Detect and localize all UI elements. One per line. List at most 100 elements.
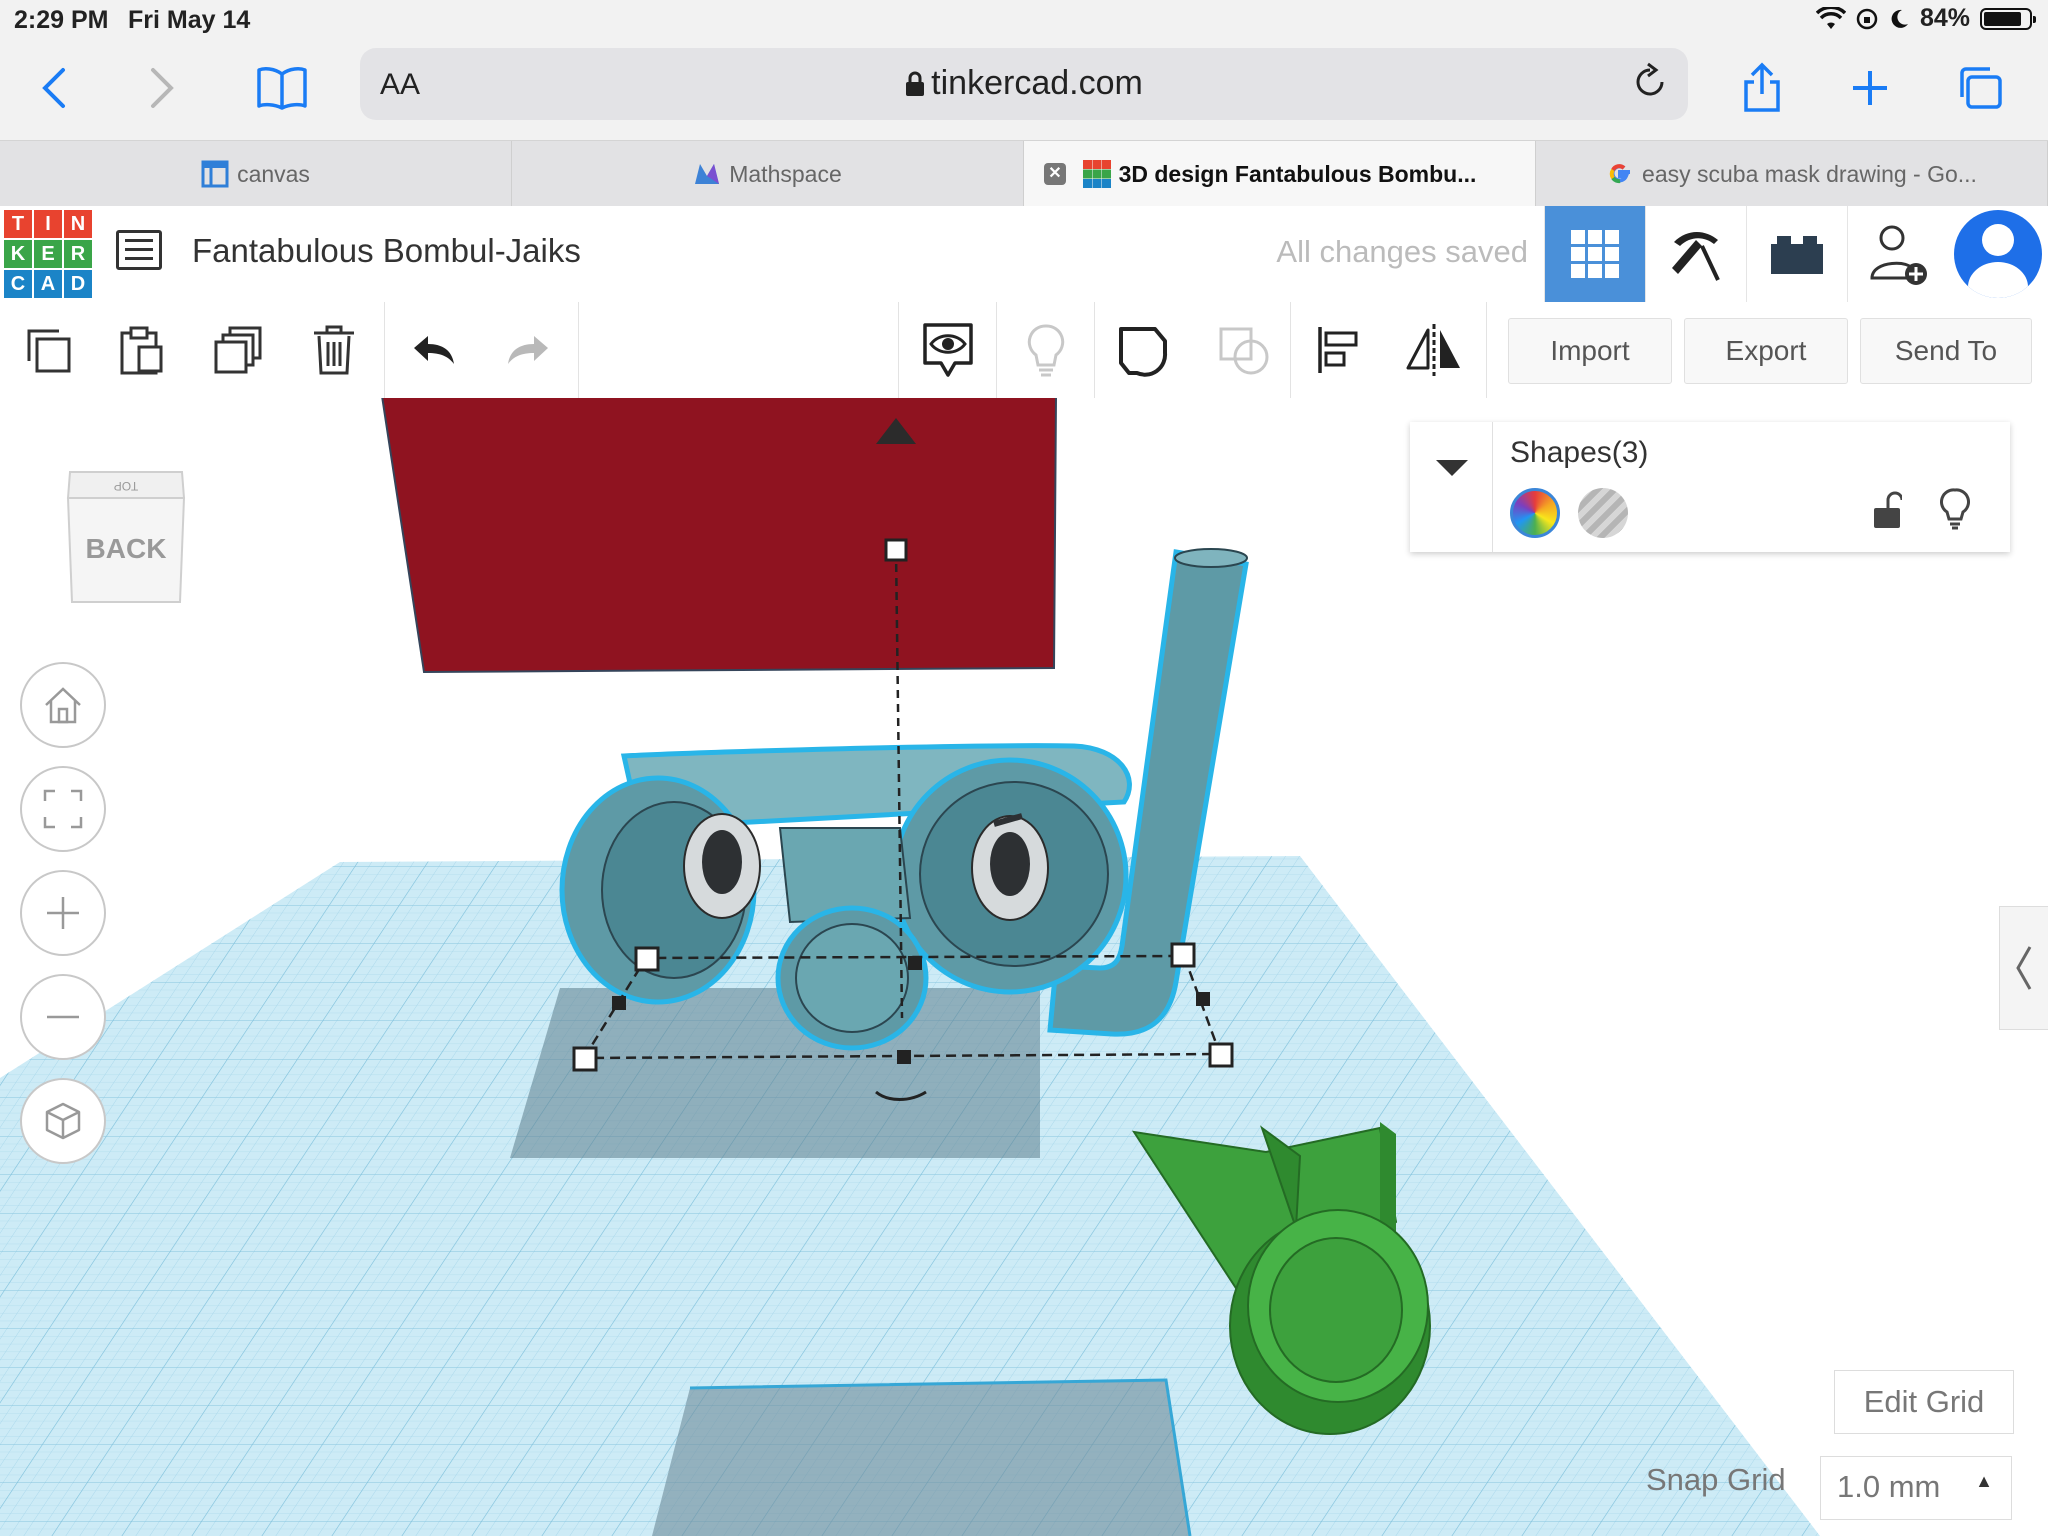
delete-button[interactable] bbox=[304, 320, 364, 380]
expand-sidebar-tab[interactable] bbox=[1999, 906, 2048, 1030]
align-button[interactable] bbox=[1310, 320, 1370, 380]
url-display[interactable]: tinkercad.com bbox=[360, 64, 1688, 103]
reload-icon bbox=[1636, 62, 1664, 96]
copy-button[interactable] bbox=[18, 320, 78, 380]
cube-icon bbox=[45, 1102, 81, 1140]
zoom-out-button[interactable] bbox=[20, 974, 106, 1060]
import-button[interactable]: Import bbox=[1508, 318, 1672, 384]
lightbulb-icon bbox=[1027, 324, 1065, 377]
moon-icon bbox=[1891, 9, 1908, 28]
ungroup-button[interactable] bbox=[1214, 320, 1274, 380]
caret-up-icon: ▲ bbox=[1975, 1471, 1993, 1491]
tab-google-search[interactable]: easy scuba mask drawing - Go... bbox=[1536, 141, 2048, 207]
status-right: 84% bbox=[1815, 4, 2036, 33]
chevron-left-icon bbox=[2016, 946, 2032, 990]
eye-speech-icon bbox=[923, 323, 973, 377]
new-tab-button[interactable] bbox=[1840, 58, 1900, 118]
mask-shadow bbox=[510, 988, 1040, 1158]
status-bar: 2:29 PM Fri May 14 84% bbox=[0, 0, 2048, 40]
red-box-shape[interactable] bbox=[381, 398, 1057, 674]
plus-icon bbox=[47, 897, 79, 929]
tab-tinkercad[interactable]: ✕ 3D design Fantabulous Bombu... bbox=[1024, 141, 1536, 207]
tab-canvas[interactable]: canvas bbox=[0, 141, 512, 207]
group-button[interactable] bbox=[1114, 320, 1174, 380]
trash-icon bbox=[314, 325, 354, 375]
user-avatar[interactable] bbox=[1954, 210, 2042, 298]
status-time: 2:29 PM bbox=[14, 6, 109, 34]
share-icon bbox=[1744, 62, 1780, 112]
battery-icon bbox=[1980, 7, 2036, 30]
grid-icon bbox=[1571, 230, 1619, 278]
tab-label: 3D design Fantabulous Bombu... bbox=[1118, 160, 1477, 187]
3d-design-view-button[interactable] bbox=[1544, 206, 1645, 302]
minus-icon bbox=[47, 1015, 79, 1019]
logo-letter: K bbox=[4, 240, 32, 268]
address-bar[interactable]: AA tinkercad.com bbox=[360, 48, 1688, 120]
align-icon bbox=[1318, 327, 1358, 373]
orthographic-view-button[interactable] bbox=[20, 1078, 106, 1164]
design-title[interactable]: Fantabulous Bombul-Jaiks bbox=[192, 232, 581, 270]
blocks-view-button[interactable] bbox=[1645, 206, 1746, 302]
toggle-visibility-button[interactable] bbox=[1016, 320, 1076, 380]
fit-view-button[interactable] bbox=[20, 766, 106, 852]
3d-scene[interactable] bbox=[0, 398, 2048, 1536]
shapes-count-label: Shapes(3) bbox=[1510, 436, 1649, 469]
box-shadow bbox=[652, 1380, 1190, 1536]
view-cube-back-face[interactable]: BACK bbox=[86, 533, 167, 564]
copy-icon bbox=[27, 329, 71, 373]
redo-icon bbox=[508, 336, 548, 364]
tinkercad-favicon-icon bbox=[1082, 160, 1111, 188]
workplane-viewport[interactable]: TOP BACK Shapes(3) Edit Grid Snap Grid 1… bbox=[0, 398, 2048, 1536]
bookmarks-button[interactable] bbox=[252, 58, 312, 118]
view-cube-top-face[interactable]: TOP bbox=[114, 479, 138, 493]
forward-button[interactable] bbox=[132, 58, 192, 118]
logo-letter: D bbox=[64, 270, 92, 298]
bricks-view-button[interactable] bbox=[1746, 206, 1847, 302]
battery-percent: 84% bbox=[1919, 4, 1970, 32]
notes-button[interactable] bbox=[918, 320, 978, 380]
mirror-icon bbox=[1406, 324, 1460, 376]
close-tab-icon[interactable]: ✕ bbox=[1044, 163, 1066, 185]
collapse-panel-icon[interactable] bbox=[1436, 460, 1468, 476]
export-button[interactable]: Export bbox=[1684, 318, 1848, 384]
zoom-in-button[interactable] bbox=[20, 870, 106, 956]
share-button[interactable] bbox=[1732, 58, 1792, 118]
snap-grid-select[interactable]: 1.0 mm ▲ bbox=[1820, 1456, 2012, 1520]
editing-toolbar: Import Export Send To bbox=[0, 302, 2048, 399]
logo-letter: I bbox=[34, 210, 62, 238]
tinkercad-header: TIN KER CAD Fantabulous Bombul-Jaiks All c… bbox=[0, 206, 2048, 303]
snap-grid-value: 1.0 mm bbox=[1837, 1469, 1941, 1504]
home-view-button[interactable] bbox=[20, 662, 106, 748]
hole-swatch[interactable] bbox=[1578, 488, 1628, 538]
view-cube[interactable]: TOP BACK bbox=[62, 458, 192, 608]
shapes-inspector: Shapes(3) bbox=[1410, 422, 2010, 552]
mirror-button[interactable] bbox=[1404, 320, 1464, 380]
invite-user-button[interactable] bbox=[1847, 206, 1948, 302]
fit-to-view-icon bbox=[43, 789, 83, 829]
paste-button[interactable] bbox=[112, 320, 172, 380]
clipboard-icon bbox=[120, 326, 163, 375]
lightbulb-icon[interactable] bbox=[1940, 488, 1970, 530]
solid-color-swatch[interactable] bbox=[1510, 488, 1560, 538]
duplicate-button[interactable] bbox=[208, 320, 268, 380]
brick-icon bbox=[1771, 236, 1823, 274]
send-to-button[interactable]: Send To bbox=[1860, 318, 2032, 384]
back-button[interactable] bbox=[24, 58, 84, 118]
browser-tab-strip: canvas Mathspace ✕ 3D design Fantabulous… bbox=[0, 140, 2048, 207]
design-list-icon[interactable] bbox=[116, 230, 162, 270]
browser-toolbar: AA tinkercad.com bbox=[0, 40, 2048, 140]
wifi-icon bbox=[1815, 6, 1846, 29]
tinkercad-logo[interactable]: TIN KER CAD bbox=[4, 210, 92, 298]
save-status: All changes saved bbox=[1276, 234, 1528, 269]
reload-button[interactable] bbox=[1632, 60, 1668, 110]
tab-label: Mathspace bbox=[729, 160, 842, 187]
tab-overview-button[interactable] bbox=[1950, 58, 2010, 118]
home-icon bbox=[45, 687, 81, 724]
redo-button[interactable] bbox=[498, 320, 558, 380]
unlock-icon[interactable] bbox=[1872, 490, 1902, 530]
pickaxe-icon bbox=[1672, 232, 1720, 281]
undo-button[interactable] bbox=[404, 320, 464, 380]
edit-grid-button[interactable]: Edit Grid bbox=[1834, 1370, 2014, 1434]
ungroup-shape-icon bbox=[1219, 327, 1269, 375]
tab-mathspace[interactable]: Mathspace bbox=[512, 141, 1024, 207]
